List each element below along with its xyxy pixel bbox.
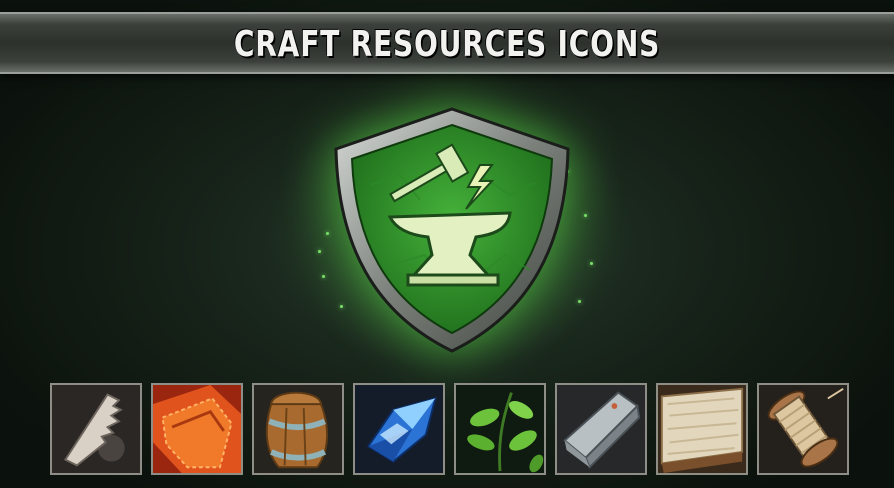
emblem-anvil-shield-icon [330,105,575,355]
bone-saw-icon[interactable] [50,383,142,475]
orange-leather-icon[interactable] [151,383,243,475]
blue-crystal-icon[interactable] [353,383,445,475]
metal-ingot-icon[interactable] [555,383,647,475]
wooden-barrel-icon[interactable] [252,383,344,475]
fur-pelt-icon[interactable] [656,383,748,475]
resource-slots [50,383,849,479]
page-title: CRAFT RESOURCES ICONS [233,24,661,65]
thread-spool-icon[interactable] [757,383,849,475]
herb-leaves-icon[interactable] [454,383,546,475]
